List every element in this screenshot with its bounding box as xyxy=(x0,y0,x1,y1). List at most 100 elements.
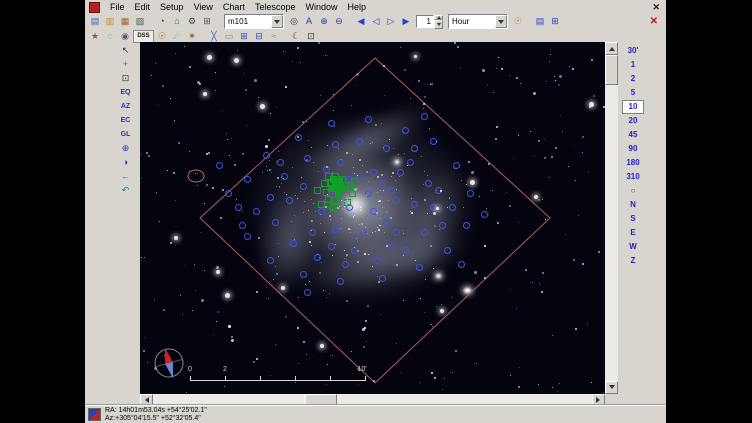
time-step-value: 1 xyxy=(416,15,434,28)
star xyxy=(300,191,301,192)
mouse-pan-mode[interactable]: + xyxy=(119,58,132,71)
fov-dir-e[interactable]: E xyxy=(622,226,644,240)
object-search-combo[interactable]: m101 xyxy=(224,14,284,29)
star xyxy=(281,286,285,290)
star xyxy=(436,207,439,210)
star xyxy=(482,69,485,72)
star xyxy=(388,200,389,201)
fov-dir-s[interactable]: S xyxy=(622,212,644,226)
coord-azimuthal[interactable]: AZ xyxy=(119,100,132,113)
star xyxy=(341,218,342,219)
mouse-select-mode[interactable]: ↖ xyxy=(119,44,132,57)
fov-dir-z[interactable]: Z xyxy=(622,254,644,268)
save-chart[interactable]: ▦ xyxy=(118,15,132,28)
star xyxy=(351,105,352,106)
fov-310[interactable]: 310 xyxy=(622,170,644,184)
sky-chart[interactable]: 0 2 10' xyxy=(140,42,605,394)
scroll-up-button[interactable] xyxy=(605,42,618,55)
dss-image-toggle[interactable]: DSS xyxy=(133,30,154,43)
fov-20[interactable]: 20 xyxy=(622,114,644,128)
quit-button[interactable]: ✕ xyxy=(645,16,663,27)
menu-help[interactable]: Help xyxy=(342,1,371,13)
menubar-close-icon[interactable]: ✕ xyxy=(649,2,663,13)
azimuthal-grid[interactable]: ⊟ xyxy=(252,30,266,43)
show-planets[interactable]: ☉ xyxy=(155,30,169,43)
print-chart[interactable]: ▧ xyxy=(133,15,147,28)
left-toolbar: ↖+⊡EQAZECGL⊕◑←↶ xyxy=(119,44,134,197)
ephemeris-calc[interactable]: ⊞ xyxy=(200,15,214,28)
menu-window[interactable]: Window xyxy=(300,1,342,13)
scroll-down-button[interactable] xyxy=(605,381,618,394)
time-unit-combo[interactable]: Hour xyxy=(448,14,508,29)
star xyxy=(447,207,448,208)
menu-telescope[interactable]: Telescope xyxy=(250,1,301,13)
date-time-dialog[interactable]: ◔ xyxy=(155,15,169,28)
star xyxy=(146,152,148,154)
time-now[interactable]: ☉ xyxy=(511,15,525,28)
object-list[interactable]: ▤ xyxy=(533,15,547,28)
undo-zoom[interactable]: ↶ xyxy=(119,184,132,197)
star xyxy=(463,207,464,208)
fov-all-sky[interactable]: ○ xyxy=(622,184,644,198)
fov-2[interactable]: 2 xyxy=(622,72,644,86)
show-comets[interactable]: ☄ xyxy=(170,30,184,43)
show-nebulae[interactable]: ◌ xyxy=(103,30,117,43)
star xyxy=(440,190,442,192)
show-galaxies[interactable]: ◉ xyxy=(118,30,132,43)
time-forward[interactable]: ▶ xyxy=(399,15,413,28)
show-stars[interactable]: ★ xyxy=(88,30,102,43)
menu-edit[interactable]: Edit xyxy=(130,1,156,13)
fov-45[interactable]: 45 xyxy=(622,128,644,142)
star xyxy=(246,125,247,126)
menu-chart[interactable]: Chart xyxy=(218,1,250,13)
fov-dir-n[interactable]: N xyxy=(622,198,644,212)
show-asteroids[interactable]: ✶ xyxy=(185,30,199,43)
zoom-out[interactable]: ⊖ xyxy=(332,15,346,28)
fov-1[interactable]: 1 xyxy=(622,58,644,72)
combo-dropdown-icon[interactable] xyxy=(495,15,507,28)
new-chart-window[interactable]: ⊞ xyxy=(548,15,562,28)
previous-view[interactable]: ← xyxy=(119,170,132,183)
time-step-back[interactable]: ◁ xyxy=(369,15,383,28)
constellation-lines[interactable]: ╳ xyxy=(207,30,221,43)
coord-ecliptic[interactable]: EC xyxy=(119,114,132,127)
fov-90[interactable]: 90 xyxy=(622,142,644,156)
open-chart[interactable]: ▥ xyxy=(103,15,117,28)
zoom-in[interactable]: ⊕ xyxy=(317,15,331,28)
star xyxy=(266,166,267,167)
combo-dropdown-icon[interactable] xyxy=(271,15,283,28)
equatorial-grid[interactable]: ⊞ xyxy=(237,30,251,43)
time-step-spinner[interactable]: 1 xyxy=(416,15,443,28)
fov-180[interactable]: 180 xyxy=(622,156,644,170)
mouse-zoom-mode[interactable]: ⊡ xyxy=(119,72,132,85)
fov-10[interactable]: 10 xyxy=(622,100,644,114)
vertical-scroll-thumb[interactable] xyxy=(605,55,618,85)
night-vision[interactable]: ☾ xyxy=(289,30,303,43)
menu-view[interactable]: View xyxy=(189,1,218,13)
show-labels[interactable]: A xyxy=(302,15,316,28)
fov-30'[interactable]: 30' xyxy=(622,44,644,58)
mirror-chart[interactable]: ◑ xyxy=(119,156,132,169)
north-up[interactable]: ⊕ xyxy=(119,142,132,155)
show-milky-way[interactable]: ≈ xyxy=(267,30,281,43)
time-rewind[interactable]: ◀ xyxy=(354,15,368,28)
menu-setup[interactable]: Setup xyxy=(155,1,189,13)
coord-equatorial[interactable]: EQ xyxy=(119,86,132,99)
star xyxy=(143,350,145,352)
star xyxy=(513,158,514,159)
search-object[interactable]: ◎ xyxy=(287,15,301,28)
new-chart[interactable]: ▤ xyxy=(88,15,102,28)
constellation-boundaries[interactable]: ▭ xyxy=(222,30,236,43)
full-screen[interactable]: ⊡ xyxy=(304,30,318,43)
chart-settings[interactable]: ⚙ xyxy=(185,15,199,28)
fov-dir-w[interactable]: W xyxy=(622,240,644,254)
fov-5[interactable]: 5 xyxy=(622,86,644,100)
observatory-dialog[interactable]: ⌂ xyxy=(170,15,184,28)
star xyxy=(158,105,159,106)
spinner-down-icon[interactable] xyxy=(434,20,443,29)
time-step-forward[interactable]: ▷ xyxy=(384,15,398,28)
coord-galactic[interactable]: GL xyxy=(119,128,132,141)
menu-file[interactable]: File xyxy=(105,1,130,13)
scale-label: 2 xyxy=(223,366,227,373)
vertical-scrollbar[interactable] xyxy=(605,42,618,394)
